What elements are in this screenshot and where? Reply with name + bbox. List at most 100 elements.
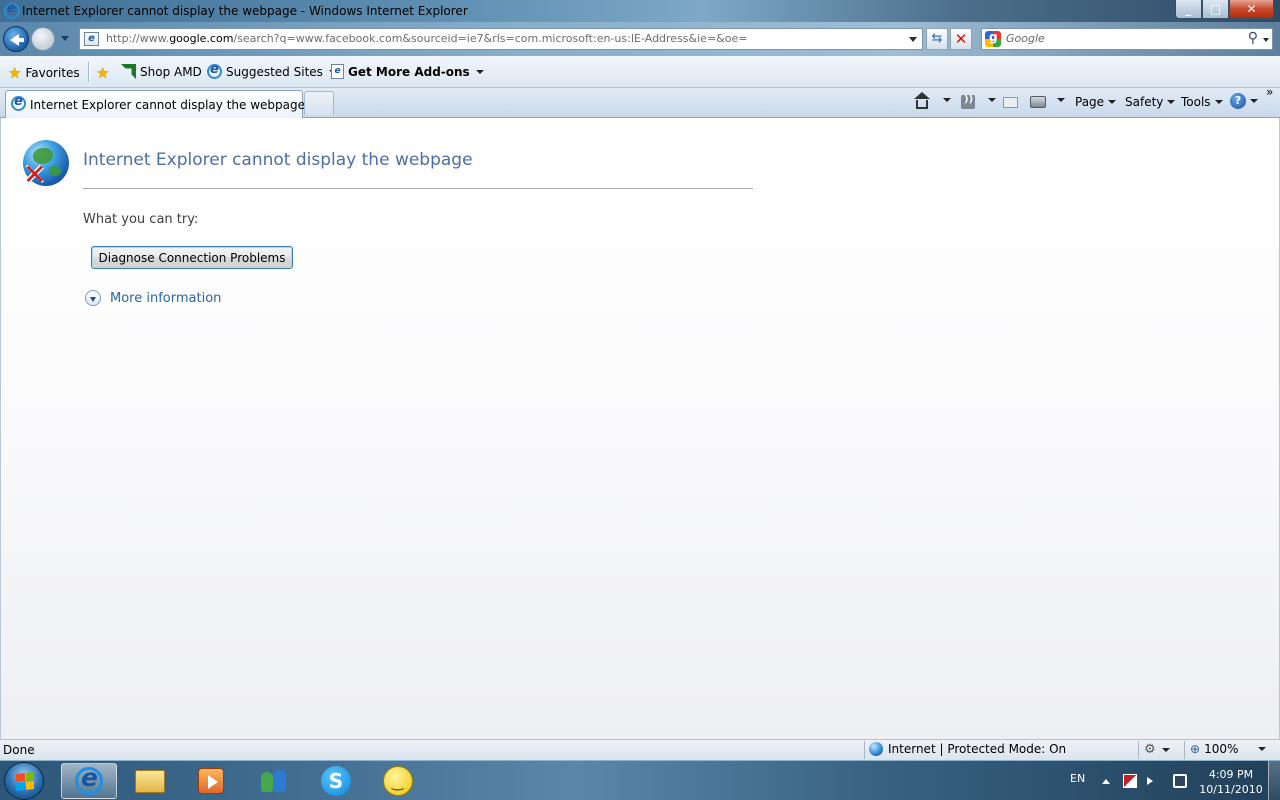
close-button[interactable]: ✕: [1229, 0, 1274, 19]
page-menu-button[interactable]: Page: [1075, 95, 1117, 109]
status-text: Done: [3, 743, 35, 757]
tab-label: Internet Explorer cannot display the web…: [30, 98, 305, 112]
rss-feed-icon: [961, 94, 975, 109]
tools-menu-label: Tools: [1181, 95, 1211, 109]
security-zone[interactable]: Internet | Protected Mode: On: [869, 742, 1066, 756]
zoom-button[interactable]: ⊕ 100%: [1190, 742, 1267, 756]
command-bar-overflow[interactable]: »: [1266, 85, 1273, 99]
privacy-settings-button[interactable]: ⚙: [1144, 742, 1170, 757]
internet-explorer-icon: [75, 763, 103, 795]
home-button[interactable]: [914, 92, 930, 109]
clock-time: 4:09 PM: [1208, 768, 1254, 781]
suggested-sites-icon: [207, 62, 222, 79]
taskbar-smiley-app[interactable]: [370, 763, 426, 799]
feeds-dropdown[interactable]: [986, 98, 996, 102]
taskbar-internet-explorer[interactable]: [61, 763, 117, 799]
language-indicator[interactable]: EN: [1070, 772, 1085, 785]
window-controls: _ □ ✕: [1175, 0, 1274, 19]
page-menu-label: Page: [1075, 95, 1105, 109]
windows-logo-icon: [16, 772, 34, 791]
mail-icon: [1003, 97, 1018, 108]
search-placeholder: Google: [1006, 32, 1045, 45]
favorites-label: Favorites: [25, 66, 80, 80]
ie-app-icon[interactable]: [4, 1, 20, 19]
search-box[interactable]: Google ⚲: [981, 28, 1273, 50]
maximize-button[interactable]: □: [1202, 0, 1229, 19]
title-bar[interactable]: Internet Explorer cannot display the web…: [0, 0, 1280, 22]
google-icon: [985, 30, 1001, 47]
network-icon[interactable]: [1173, 774, 1187, 788]
back-button[interactable]: [3, 26, 29, 52]
minimize-icon: _: [1185, 2, 1192, 16]
add-to-favorites-bar-button[interactable]: ★: [96, 64, 109, 82]
minimize-button[interactable]: _: [1175, 0, 1202, 19]
chevron-down-icon: [943, 98, 951, 102]
url-suffix: /search?q=www.facebook.com&sourceid=ie7&…: [233, 32, 748, 45]
clock-date: 10/11/2010: [1199, 783, 1263, 796]
skype-icon: S: [321, 766, 351, 796]
overflow-chevron-icon: »: [1266, 85, 1274, 99]
volume-icon[interactable]: [1147, 777, 1153, 785]
maximize-icon: □: [1209, 2, 1222, 16]
more-information-link[interactable]: More information: [85, 290, 221, 306]
new-tab-button[interactable]: [304, 91, 334, 115]
taskbar: S EN 4:09 PM 10/11/2010: [0, 760, 1280, 800]
favorite-suggested-sites[interactable]: Suggested Sites: [207, 62, 337, 79]
forward-button[interactable]: [31, 27, 55, 51]
chevron-down-icon: [475, 69, 484, 74]
tab-row: Internet Explorer cannot display the web…: [0, 85, 1280, 118]
address-dropdown-icon[interactable]: [909, 37, 917, 42]
tools-menu-button[interactable]: Tools: [1181, 95, 1223, 109]
favorites-divider: [88, 62, 89, 82]
taskbar-media-player[interactable]: [183, 763, 239, 799]
print-button[interactable]: [1030, 96, 1046, 108]
folder-icon: [135, 769, 165, 793]
feeds-button[interactable]: [961, 94, 975, 109]
messenger-icon: [259, 768, 289, 794]
read-mail-button[interactable]: [1003, 97, 1018, 108]
recent-pages-dropdown-icon[interactable]: [61, 36, 69, 41]
url-domain: google.com: [169, 32, 234, 45]
status-divider: [1184, 741, 1185, 759]
search-options-dropdown-icon[interactable]: [1263, 38, 1269, 42]
amd-icon: [121, 64, 136, 79]
media-player-icon: [198, 768, 224, 794]
smiley-icon: [383, 766, 413, 796]
page-icon: e: [84, 32, 99, 46]
tab-active[interactable]: Internet Explorer cannot display the web…: [5, 90, 305, 118]
url-prefix: http://www.: [106, 32, 170, 45]
window-title: Internet Explorer cannot display the web…: [22, 4, 468, 18]
taskbar-skype[interactable]: S: [308, 763, 364, 799]
zoom-icon: ⊕: [1190, 742, 1201, 756]
refresh-button[interactable]: ⇆: [926, 28, 948, 50]
title-divider: [83, 188, 753, 189]
address-bar[interactable]: e http://www.google.com/search?q=www.fac…: [79, 28, 923, 50]
print-dropdown[interactable]: [1055, 98, 1065, 102]
print-icon: [1030, 96, 1046, 108]
error-title: Internet Explorer cannot display the web…: [83, 150, 473, 170]
action-center-flag-icon[interactable]: [1123, 774, 1137, 788]
what-you-can-try-label: What you can try:: [83, 212, 199, 227]
status-divider: [1138, 741, 1139, 759]
status-divider: [864, 741, 865, 759]
system-clock[interactable]: 4:09 PM 10/11/2010: [1196, 767, 1266, 797]
show-desktop-button[interactable]: [1268, 761, 1280, 800]
start-button[interactable]: [4, 762, 44, 800]
safety-menu-button[interactable]: Safety: [1125, 95, 1176, 109]
stop-button[interactable]: ✕: [950, 28, 972, 50]
taskbar-messenger[interactable]: [246, 763, 302, 799]
favorite-get-more-addons[interactable]: e Get More Add-ons: [331, 64, 484, 79]
gear-icon: ⚙: [1144, 742, 1156, 757]
diagnose-connection-problems-button[interactable]: Diagnose Connection Problems: [91, 246, 293, 269]
search-icon[interactable]: ⚲: [1248, 30, 1258, 46]
favorite-get-more-addons-label: Get More Add-ons: [348, 64, 470, 79]
navigation-bar: e http://www.google.com/search?q=www.fac…: [0, 22, 1280, 56]
show-hidden-icons-icon[interactable]: [1102, 779, 1110, 784]
favorites-bar: ★ Favorites ★ Shop AMD Suggested Sites e…: [0, 56, 1280, 88]
taskbar-windows-explorer[interactable]: [122, 763, 178, 799]
favorite-shop-amd[interactable]: Shop AMD: [121, 64, 202, 79]
home-dropdown[interactable]: [941, 98, 951, 102]
address-url[interactable]: http://www.google.com/search?q=www.faceb…: [106, 32, 747, 45]
favorites-button[interactable]: ★ Favorites: [8, 64, 80, 82]
help-button[interactable]: ?: [1230, 93, 1258, 109]
